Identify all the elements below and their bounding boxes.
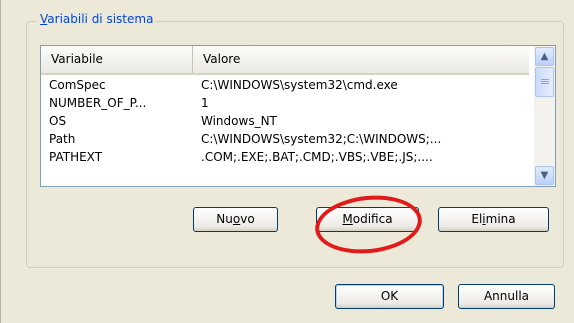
variable-value: C:\WINDOWS\system32;C:\WINDOWS;... (201, 132, 442, 146)
system-variables-label: Variabili di sistema (37, 11, 157, 27)
variable-value: .COM;.EXE;.BAT;.CMD;.VBS;.VBE;.JS;.... (201, 150, 433, 164)
grip-line (541, 81, 549, 82)
window-edge (0, 0, 1, 323)
vertical-scrollbar[interactable]: ▲ ▼ (534, 46, 555, 186)
system-variables-list[interactable]: Variabile Valore ComSpec C:\WINDOWS\syst… (40, 45, 556, 187)
variable-name: NUMBER_OF_P... (49, 96, 147, 110)
variable-value: Windows_NT (201, 114, 277, 128)
grip-line (541, 79, 549, 80)
variable-name: PATHEXT (49, 150, 103, 164)
scroll-thumb[interactable] (535, 67, 554, 97)
table-row[interactable]: PATHEXT .COM;.EXE;.BAT;.CMD;.VBS;.VBE;.J… (41, 148, 529, 166)
variable-value: C:\WINDOWS\system32\cmd.exe (201, 78, 398, 92)
column-header-valore[interactable]: Valore (193, 46, 523, 73)
variable-value: 1 (201, 96, 209, 110)
cancel-button[interactable]: Annulla (458, 284, 555, 309)
edit-button[interactable]: Modifica (316, 207, 419, 232)
list-rows: ComSpec C:\WINDOWS\system32\cmd.exe NUMB… (41, 76, 529, 166)
list-header: Variabile Valore (41, 46, 529, 75)
variable-name: Path (49, 132, 76, 146)
table-row[interactable]: OS Windows_NT (41, 112, 529, 130)
table-row[interactable]: ComSpec C:\WINDOWS\system32\cmd.exe (41, 76, 529, 94)
ok-button[interactable]: OK (335, 284, 444, 309)
grip-line (541, 83, 549, 84)
variable-name: ComSpec (49, 78, 106, 92)
scroll-down-icon[interactable]: ▼ (535, 166, 554, 185)
delete-button[interactable]: Elimina (438, 207, 549, 232)
variable-name: OS (49, 114, 67, 128)
column-header-variabile[interactable]: Variabile (41, 46, 193, 73)
table-row[interactable]: NUMBER_OF_P... 1 (41, 94, 529, 112)
scroll-up-icon[interactable]: ▲ (535, 47, 554, 66)
table-row[interactable]: Path C:\WINDOWS\system32;C:\WINDOWS;... (41, 130, 529, 148)
new-button[interactable]: Nuovo (193, 207, 278, 232)
